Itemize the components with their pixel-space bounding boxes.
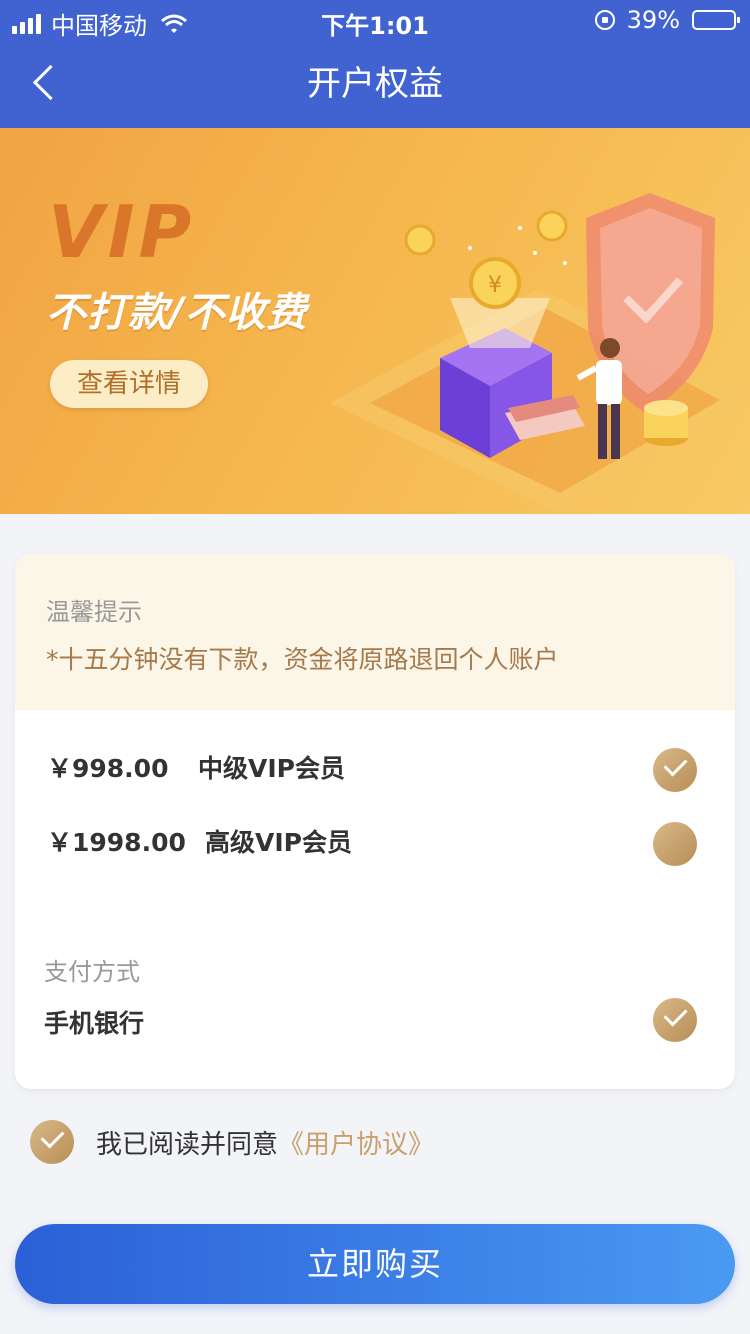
- banner-headline: VIP: [48, 190, 196, 274]
- header-bar: 中国移动 下午1:01 39% 开户权益: [0, 0, 750, 128]
- plan-name: 中级VIP会员: [198, 754, 345, 783]
- tips-panel: 温馨提示 *十五分钟没有下款，资金将原路退回个人账户: [15, 554, 735, 710]
- nav-bar: 开户权益: [0, 40, 750, 128]
- view-details-button[interactable]: 查看详情: [50, 360, 208, 408]
- plan-price: ￥998.00: [47, 754, 169, 783]
- vip-banner: VIP 不打款/不收费 查看详情 ¥: [0, 128, 750, 514]
- status-bar: 中国移动 下午1:01 39%: [0, 0, 750, 40]
- banner-slogan: 不打款/不收费: [46, 290, 308, 336]
- svg-text:¥: ¥: [488, 273, 502, 298]
- plan-card: 温馨提示 *十五分钟没有下款，资金将原路退回个人账户 ￥998.00 中级VIP…: [15, 554, 735, 1089]
- plan-name: 高级VIP会员: [205, 828, 352, 857]
- radio-icon[interactable]: [653, 822, 697, 866]
- battery-icon: [692, 10, 740, 30]
- page-title: 开户权益: [307, 64, 443, 104]
- plan-option-senior[interactable]: ￥1998.00 高级VIP会员: [15, 806, 735, 876]
- check-icon[interactable]: [653, 998, 697, 1042]
- agreement-row: 我已阅读并同意 《用户协议》: [30, 1120, 434, 1164]
- tips-text: *十五分钟没有下款，资金将原路退回个人账户: [46, 645, 559, 674]
- rotation-lock-icon: [594, 10, 615, 30]
- agreement-checkbox-icon[interactable]: [30, 1120, 74, 1164]
- tips-title: 温馨提示: [46, 598, 142, 626]
- battery-percent: 39%: [626, 6, 680, 34]
- check-icon[interactable]: [653, 748, 697, 792]
- vip-illustration: ¥: [330, 193, 750, 513]
- buy-now-button[interactable]: 立即购买: [15, 1224, 735, 1304]
- payment-title: 支付方式: [44, 958, 140, 986]
- plan-price: ￥1998.00: [47, 828, 186, 857]
- user-agreement-link[interactable]: 《用户协议》: [278, 1124, 434, 1161]
- agreement-text: 我已阅读并同意: [96, 1129, 279, 1160]
- payment-method[interactable]: 手机银行: [44, 1004, 144, 1040]
- plan-option-middle[interactable]: ￥998.00 中级VIP会员: [15, 732, 735, 802]
